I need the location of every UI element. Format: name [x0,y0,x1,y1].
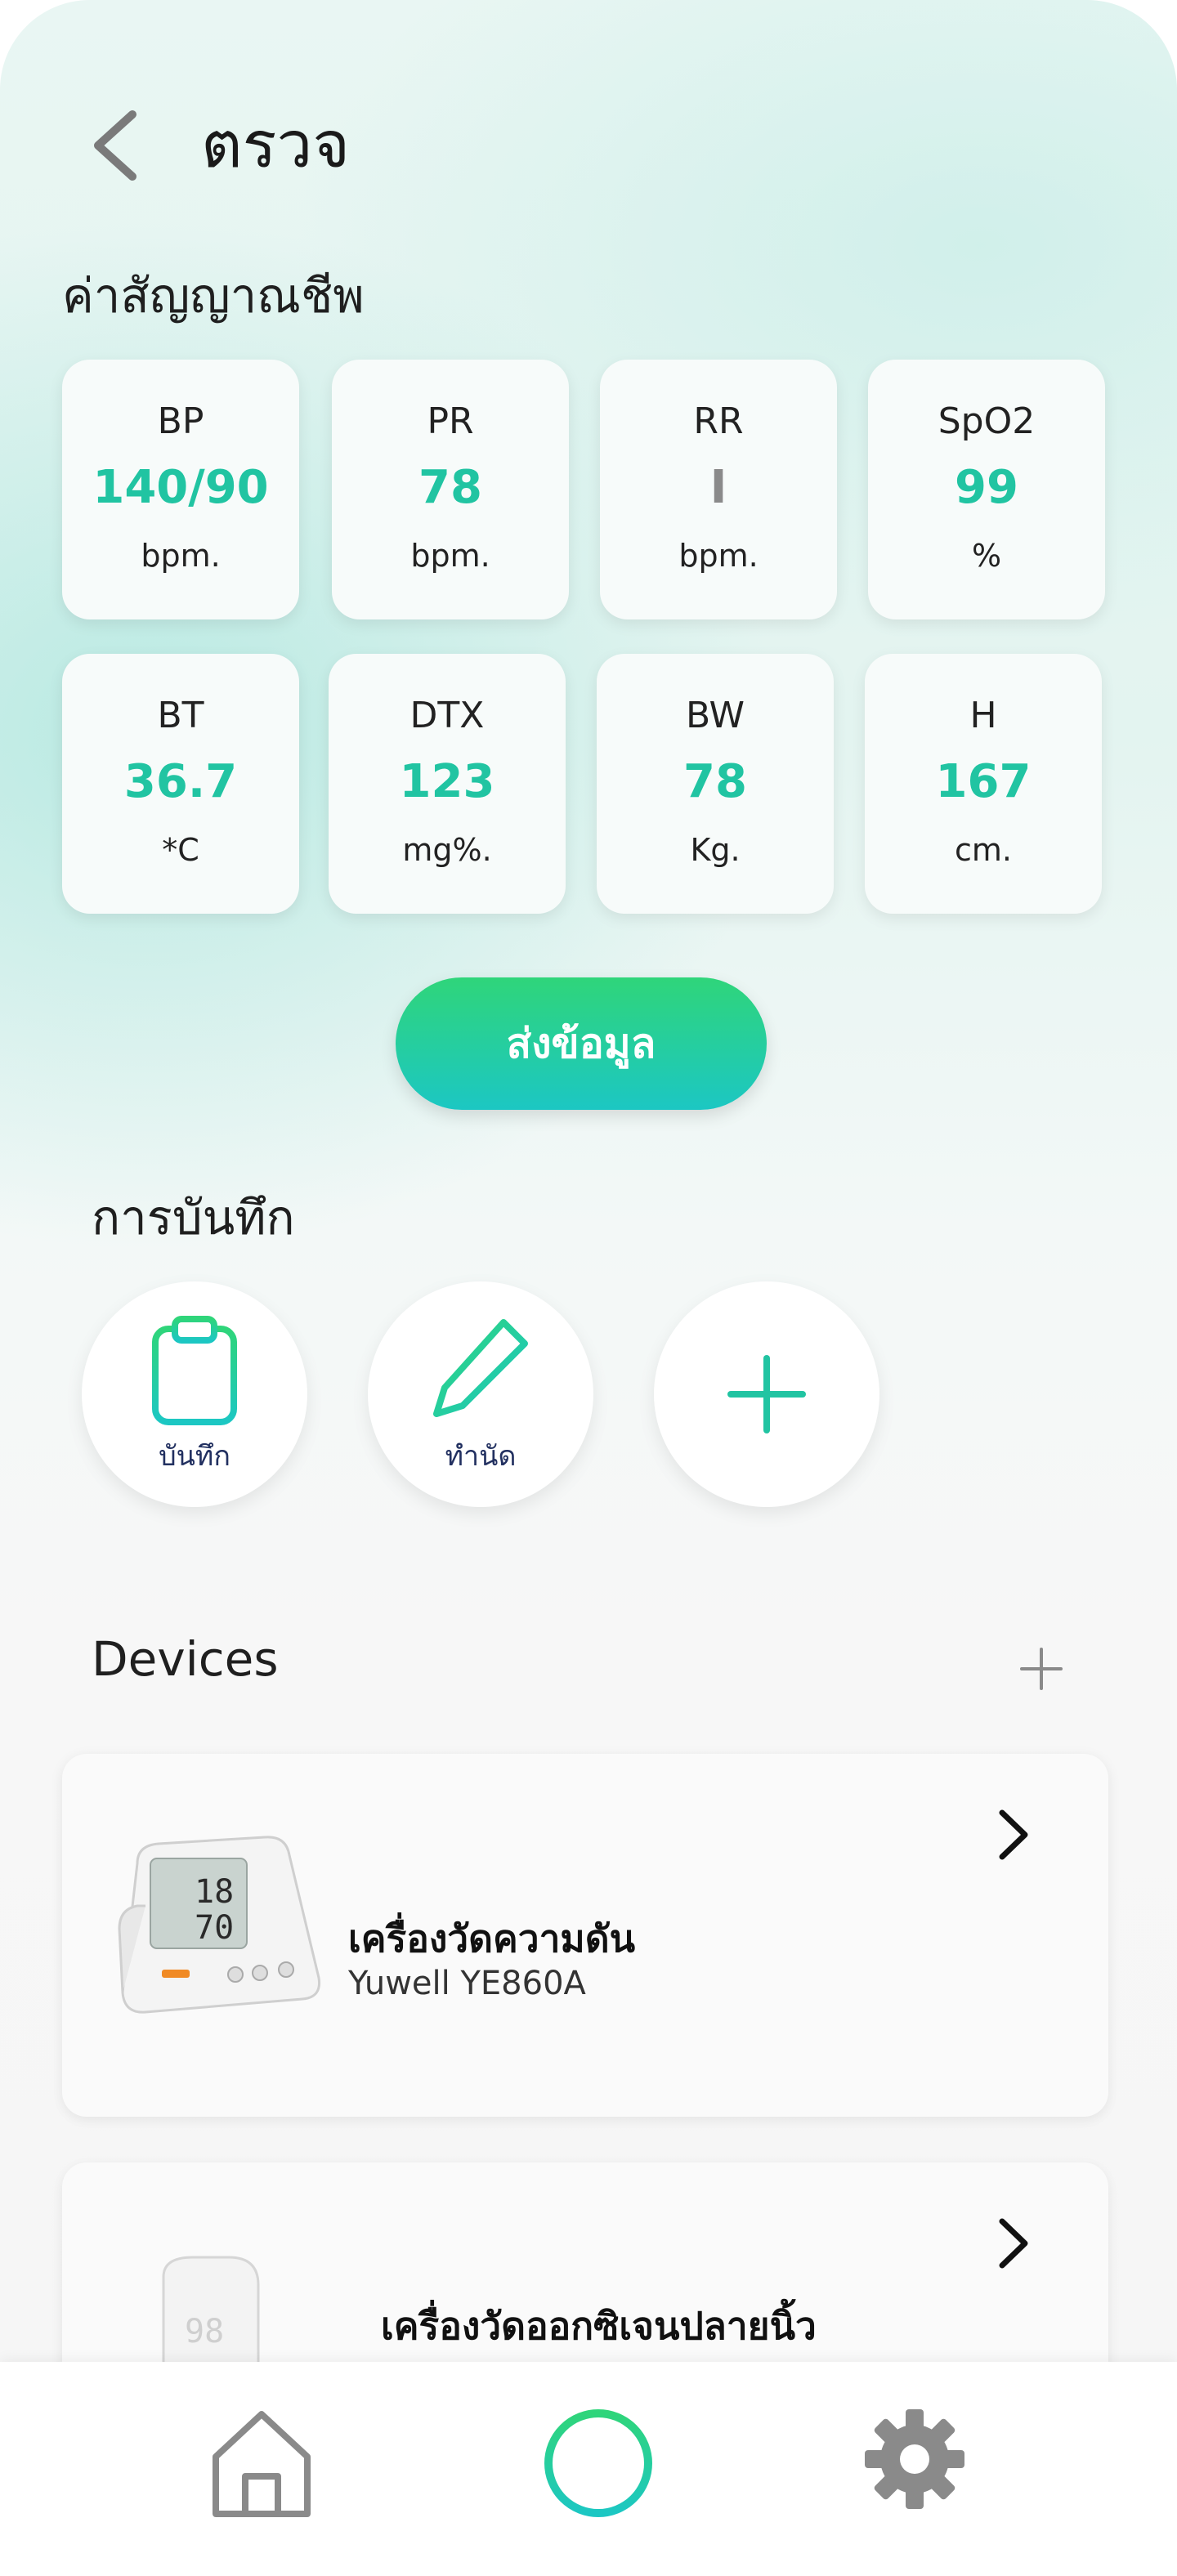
device-reading: 98 [185,2313,224,2350]
appointment-button[interactable]: ทำนัด [368,1281,593,1507]
vital-unit: bpm. [141,538,221,574]
device-reading-bottom: 70 [195,1909,234,1947]
device-reading-top: 18 [195,1873,234,1911]
bottom-tab-bar [0,2362,1177,2576]
vital-card-dtx[interactable]: DTX 123 mg%. [329,654,566,914]
settings-gear-icon[interactable] [863,2408,966,2511]
vital-label: RR [693,400,744,442]
vital-unit: cm. [955,832,1012,868]
vital-unit: *C [162,832,199,868]
vital-card-bt[interactable]: BT 36.7 *C [62,654,299,914]
vital-value: 36.7 [123,755,238,808]
send-data-button[interactable]: ส่งข้อมูล [396,977,767,1110]
vital-label: BT [157,695,204,736]
record-note-label: บันทึก [159,1440,230,1473]
vital-card-bp[interactable]: BP 140/90 bpm. [62,360,299,619]
vital-label: H [969,695,997,736]
devices-section-title: Devices [92,1631,279,1687]
blood-pressure-monitor-image: 18 70 [118,1836,321,2014]
screen: ตรวจ ค่าสัญญาณชีพ BP 140/90 bpm. PR 78 b… [0,0,1177,2576]
clipboard-icon [152,1316,237,1425]
vital-card-pr[interactable]: PR 78 bpm. [332,360,569,619]
add-device-icon[interactable] [1018,1646,1064,1692]
vital-value: I [709,461,727,514]
chevron-right-icon[interactable] [992,1806,1033,1863]
vital-value: 78 [418,461,482,514]
add-circle-icon[interactable] [543,2408,654,2519]
vital-card-h[interactable]: H 167 cm. [865,654,1102,914]
page-title: ตรวจ [201,109,351,182]
records-section-title: การบันทึก [92,1190,295,1246]
plus-icon [727,1355,806,1433]
device-model: Yuwell YE860A [348,1965,586,2002]
vital-card-spo2[interactable]: SpO2 99 % [868,360,1105,619]
vital-label: BP [157,400,204,442]
record-note-button[interactable]: บันทึก [82,1281,307,1507]
add-record-button[interactable] [654,1281,879,1507]
vital-label: BW [685,695,745,736]
vital-unit: mg%. [402,832,492,868]
vital-label: SpO2 [938,400,1036,442]
vital-unit: bpm. [410,538,490,574]
appointment-label: ทำนัด [445,1440,517,1473]
back-arrow-icon[interactable] [82,105,147,186]
device-card-bp-monitor[interactable]: 18 70 เครื่องวัดความดัน Yuwell YE860A [62,1754,1108,2117]
vitals-section-title: ค่าสัญญาณชีพ [62,268,365,324]
vital-value: 167 [935,755,1032,808]
vital-card-bw[interactable]: BW 78 Kg. [597,654,834,914]
vital-value: 123 [399,755,495,808]
vital-unit: % [971,538,1002,574]
chevron-right-icon[interactable] [992,2215,1033,2272]
vital-value: 99 [955,461,1018,514]
vital-value: 78 [683,755,747,808]
vital-value: 140/90 [92,461,269,514]
home-icon[interactable] [208,2408,316,2522]
vital-unit: bpm. [678,538,759,574]
vital-unit: Kg. [690,832,741,868]
vital-label: DTX [409,695,485,736]
device-name: เครื่องวัดออกซิเจนปลายนิ้ว [381,2304,817,2348]
vital-card-rr[interactable]: RR I bpm. [600,360,837,619]
vital-label: PR [427,400,474,442]
pencil-icon [433,1319,528,1419]
device-name: เครื่องวัดความดัน [348,1916,636,1961]
